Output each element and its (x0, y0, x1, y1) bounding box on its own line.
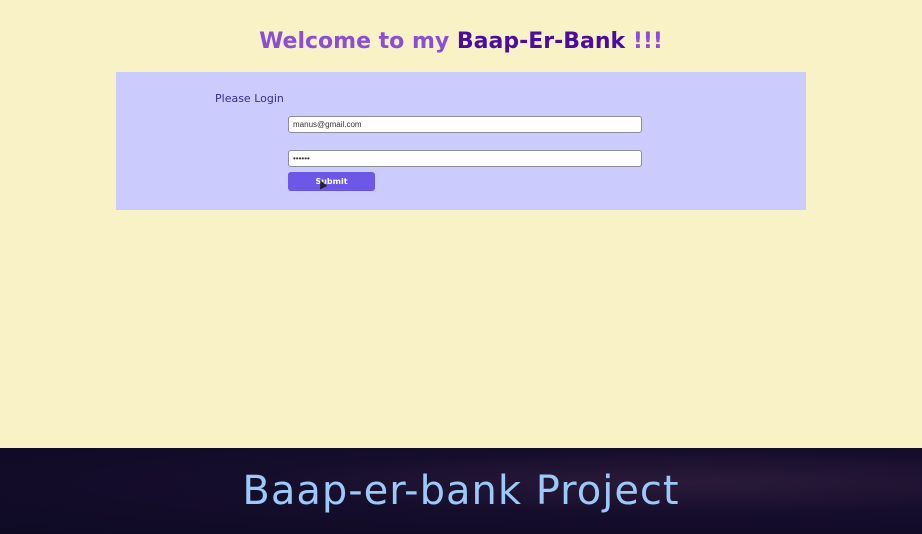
title-brand: Baap-Er-Bank (456, 29, 626, 54)
login-panel: Please Login manus@gmail.com •••••• Subm… (116, 72, 806, 210)
project-banner: Baap-er-bank Project (0, 448, 922, 534)
title-suffix: !!! (625, 29, 663, 54)
page-title: Welcome to my Baap-Er-Bank !!! (0, 26, 922, 58)
submit-button[interactable]: Submit (288, 172, 375, 191)
email-field[interactable]: manus@gmail.com (288, 116, 642, 133)
banner-title: Baap-er-bank Project (242, 468, 680, 514)
password-field[interactable]: •••••• (288, 150, 642, 167)
login-heading: Please Login (215, 92, 284, 105)
page-background: Welcome to my Baap-Er-Bank !!! Please Lo… (0, 0, 922, 448)
title-prefix: Welcome to my (259, 29, 457, 54)
